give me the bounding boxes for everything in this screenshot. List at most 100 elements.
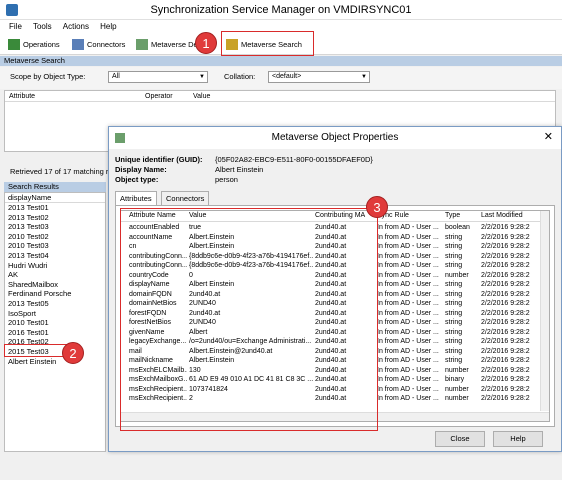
col-attribute[interactable]: Attribute (9, 91, 35, 102)
table-cell: number (445, 395, 469, 402)
help-button[interactable]: Help (493, 431, 543, 447)
list-item[interactable]: SharedMailbox (5, 280, 105, 290)
results-column-header[interactable]: displayName (5, 193, 105, 203)
menu-help[interactable]: Help (100, 20, 116, 33)
callout-badge-2: 2 (62, 342, 84, 364)
table-cell: In from AD - User ... (377, 357, 439, 364)
list-item[interactable]: 2010 Test02 (5, 232, 105, 242)
table-cell: 2/2/2016 9:28:2 (481, 328, 530, 336)
table-cell: 2/2/2016 9:28:2 (481, 281, 530, 288)
table-cell: 2/2/2016 9:28:2 (481, 290, 530, 298)
tab-connectors[interactable]: Connectors (161, 191, 210, 205)
table-cell: In from AD - User ... (377, 338, 439, 345)
table-cell: In from AD - User ... (377, 262, 439, 269)
tab-attributes[interactable]: Attributes (115, 191, 157, 206)
section-header-search-results: Search Results (4, 182, 106, 192)
metaverse-designer-button[interactable]: Metaverse Des (136, 36, 201, 52)
table-cell: number (445, 366, 469, 374)
collation-select[interactable]: <default> ▼ (268, 71, 370, 83)
list-item[interactable]: 2013 Test03 (5, 222, 105, 232)
table-cell: In from AD - User ... (377, 271, 439, 279)
window-title-bar: Synchronization Service Manager on VMDIR… (0, 0, 562, 20)
table-cell: 2/2/2016 9:28:2 (481, 300, 530, 307)
list-item[interactable]: Albert Einstein (5, 357, 105, 367)
table-cell: 2/2/2016 9:28:2 (481, 243, 530, 250)
list-item[interactable]: Ferdinand Porsche (5, 289, 105, 299)
list-item[interactable]: 2010 Test01 (5, 318, 105, 328)
callout-box-3 (120, 208, 378, 431)
results-list: 2013 Test01 2013 Test02 2013 Test03 2010 Te… (5, 203, 105, 366)
menu-file[interactable]: File (9, 20, 22, 33)
col-last-modified[interactable]: Last Modified (481, 212, 523, 219)
connectors-button[interactable]: Connectors (72, 36, 125, 52)
table-cell: In from AD - User ... (377, 290, 439, 298)
list-item[interactable]: 2010 Test03 (5, 241, 105, 251)
vertical-scrollbar[interactable] (540, 211, 549, 411)
scope-select[interactable]: All ▼ (108, 71, 208, 83)
list-item[interactable]: 2013 Test01 (5, 203, 105, 213)
table-cell: 2/2/2016 9:28:2 (481, 233, 530, 241)
list-item[interactable]: Hudri Wudri (5, 261, 105, 271)
table-cell: string (445, 262, 463, 269)
table-cell: In from AD - User ... (377, 243, 439, 250)
menu-tools[interactable]: Tools (33, 20, 52, 33)
table-cell: 2/2/2016 9:28:2 (481, 252, 530, 260)
table-cell: In from AD - User ... (377, 366, 439, 374)
table-cell: string (445, 300, 463, 307)
table-cell: 2/2/2016 9:28:2 (481, 309, 530, 317)
table-cell: string (445, 252, 463, 260)
connectors-icon (72, 38, 84, 50)
table-cell: 2/2/2016 9:28:2 (481, 395, 530, 402)
scope-row: Scope by Object Type: All ▼ Collation: <d… (0, 67, 562, 89)
table-cell: 2/2/2016 9:28:2 (481, 366, 530, 374)
table-cell: 2/2/2016 9:28:2 (481, 262, 530, 269)
table-cell: In from AD - User ... (377, 252, 439, 260)
table-cell: In from AD - User ... (377, 376, 439, 383)
col-type[interactable]: Type (445, 212, 460, 219)
table-cell: 2/2/2016 9:28:2 (481, 224, 530, 231)
callout-box-2 (4, 344, 68, 357)
object-type-row: Object type: person (115, 175, 238, 184)
collation-label: Collation: (224, 72, 256, 81)
guid-row: Unique identifier (GUID): {05F02A82-EBC9-… (115, 155, 373, 164)
col-value[interactable]: Value (193, 91, 210, 102)
criteria-header: Attribute Operator Value (5, 91, 555, 102)
metaverse-designer-icon (136, 38, 148, 50)
table-cell: string (445, 233, 463, 241)
list-item[interactable]: IsoSport (5, 309, 105, 319)
chevron-down-icon: ▼ (361, 74, 367, 80)
dialog-title-bar: Metaverse Object Properties ✕ (109, 127, 561, 149)
table-cell: string (445, 319, 463, 326)
window-title: Synchronization Service Manager on VMDIR… (150, 4, 412, 16)
table-cell: 2/2/2016 9:28:2 (481, 347, 530, 355)
close-icon[interactable]: ✕ (544, 130, 553, 143)
table-cell: string (445, 338, 463, 345)
table-cell: In from AD - User ... (377, 300, 439, 307)
list-item[interactable]: 2016 Test01 (5, 328, 105, 338)
table-cell: binary (445, 376, 465, 383)
list-item[interactable]: AK (5, 270, 105, 280)
col-operator[interactable]: Operator (145, 91, 173, 102)
table-cell: In from AD - User ... (377, 347, 439, 355)
results-status: Retrieved 17 of 17 matching rec (10, 167, 117, 176)
table-cell: In from AD - User ... (377, 233, 439, 241)
table-cell: 2/2/2016 9:28:2 (481, 338, 530, 345)
operations-button[interactable]: Operations (8, 36, 60, 52)
table-cell: string (445, 347, 463, 355)
search-results-panel: displayName 2013 Test01 2013 Test02 2013 T… (4, 192, 106, 452)
close-button[interactable]: Close (435, 431, 485, 447)
list-item[interactable]: 2013 Test04 (5, 251, 105, 261)
scope-label: Scope by Object Type: (10, 72, 86, 81)
table-cell: 2/2/2016 9:28:2 (481, 319, 530, 326)
list-item[interactable]: 2013 Test02 (5, 213, 105, 223)
display-name-row: Display Name: Albert Einstein (115, 165, 264, 174)
table-cell: In from AD - User ... (377, 395, 439, 402)
menu-actions[interactable]: Actions (63, 20, 89, 33)
table-cell: boolean (445, 224, 470, 231)
table-cell: In from AD - User ... (377, 385, 439, 393)
chevron-down-icon: ▼ (199, 74, 205, 80)
table-cell: In from AD - User ... (377, 328, 439, 336)
display-name-value: Albert Einstein (215, 165, 264, 174)
list-item[interactable]: 2013 Test05 (5, 299, 105, 309)
table-cell: In from AD - User ... (377, 281, 439, 288)
